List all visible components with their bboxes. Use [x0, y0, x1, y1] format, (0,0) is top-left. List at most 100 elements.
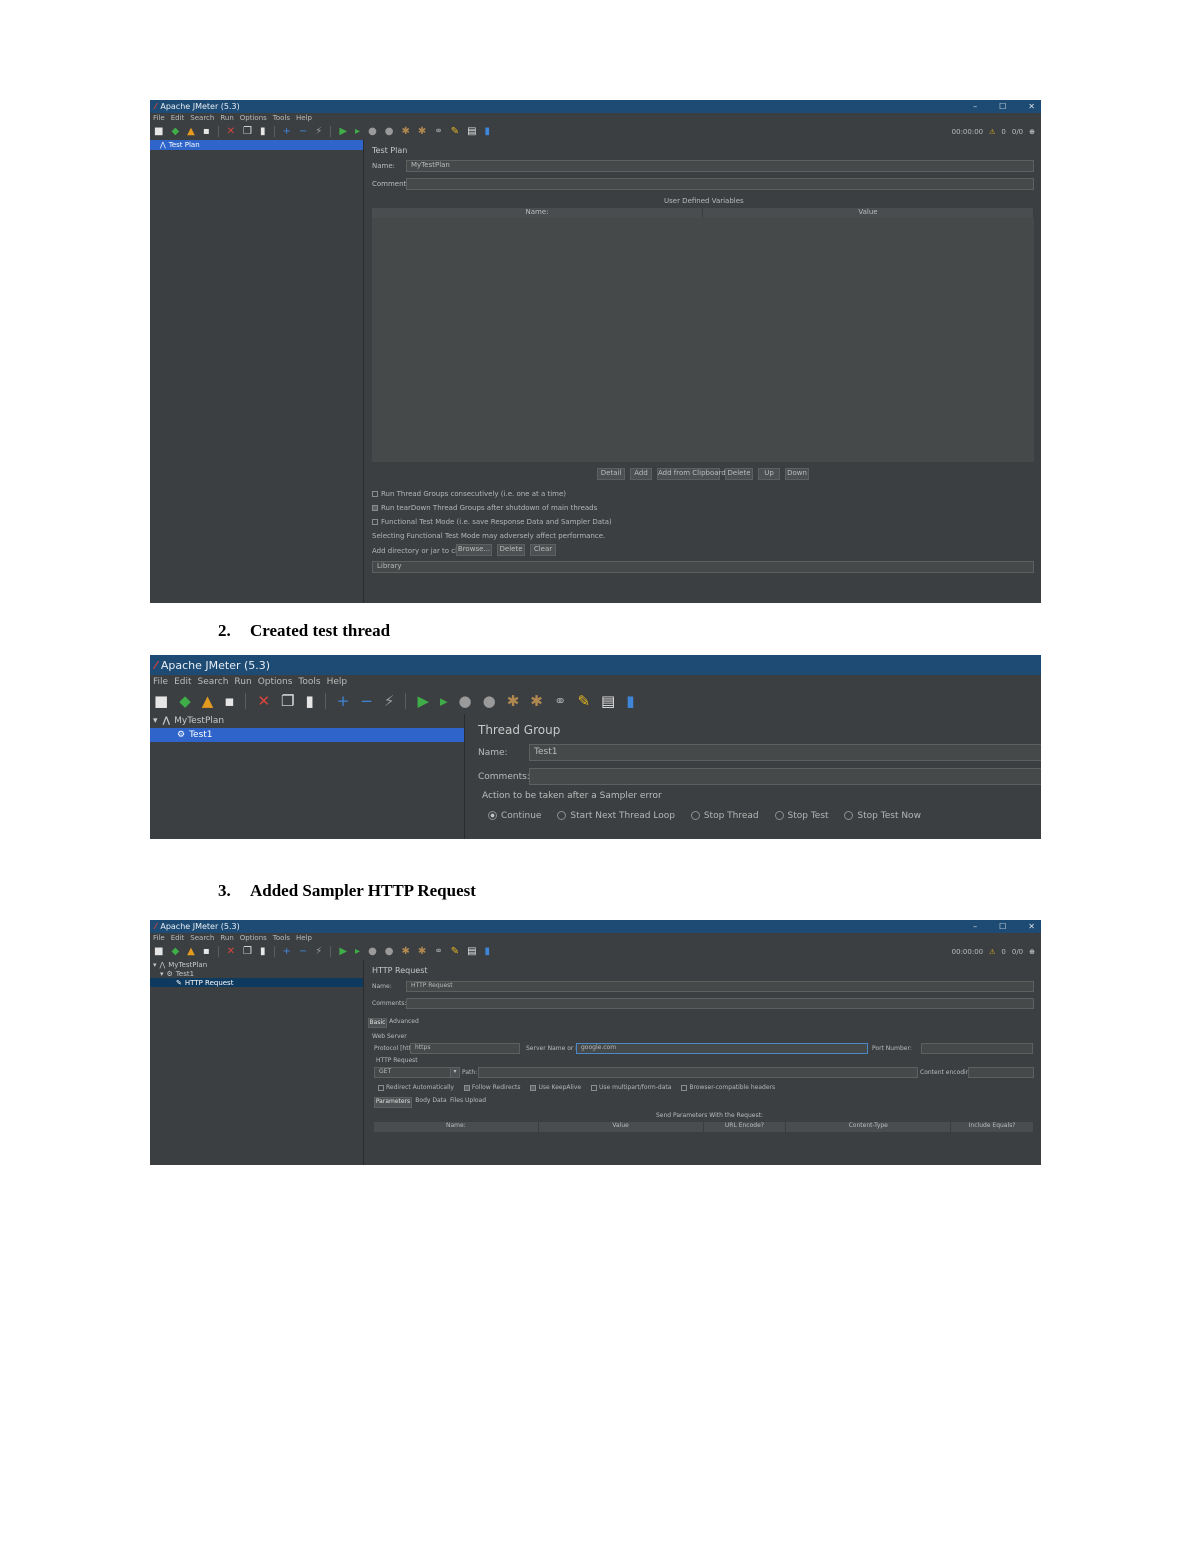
reset-search-icon[interactable]: ✎: [451, 126, 459, 137]
multipart-checkbox[interactable]: [590, 1084, 597, 1091]
classpath-delete-button[interactable]: Delete: [497, 544, 525, 556]
tab-basic[interactable]: Basic: [368, 1018, 387, 1028]
clear-all-icon[interactable]: ✱: [530, 692, 543, 710]
follow-redirects-checkbox[interactable]: [463, 1084, 470, 1091]
teardown-checkbox[interactable]: [372, 505, 378, 511]
tree-node-test-plan[interactable]: ▾ ⋀ MyTestPlan: [150, 960, 363, 969]
delete-button[interactable]: Delete: [725, 468, 753, 480]
save-icon[interactable]: ▪: [224, 692, 234, 710]
radio-stop-test[interactable]: Stop Test: [774, 811, 829, 821]
maximize-button[interactable]: ☐: [999, 922, 1006, 931]
param-col-url-encode[interactable]: URL Encode?: [704, 1122, 787, 1132]
method-select[interactable]: GET: [374, 1067, 460, 1078]
menu-search[interactable]: Search: [190, 934, 214, 942]
params-table-body[interactable]: [374, 1132, 1034, 1165]
start-icon[interactable]: ▶: [417, 692, 429, 710]
help-icon[interactable]: ▮: [626, 692, 634, 710]
tree-node-thread-group[interactable]: ▾ ⚙ Test1: [150, 969, 363, 978]
menu-file[interactable]: File: [153, 114, 165, 122]
minimize-button[interactable]: –: [973, 102, 977, 111]
menu-options[interactable]: Options: [240, 934, 267, 942]
globe-icon[interactable]: ⊕: [1029, 948, 1035, 956]
new-icon[interactable]: ■: [154, 126, 163, 137]
redirect-auto-checkbox[interactable]: [378, 1084, 384, 1091]
start-no-pause-icon[interactable]: ▸: [355, 126, 360, 137]
function-helper-icon[interactable]: ▤: [467, 946, 476, 957]
udv-table-body[interactable]: [372, 218, 1034, 462]
stop-test-now-radio[interactable]: [844, 811, 854, 820]
continue-radio[interactable]: [488, 811, 497, 820]
menu-run[interactable]: Run: [234, 677, 251, 687]
search-icon[interactable]: ⚭: [554, 692, 567, 710]
menu-edit[interactable]: Edit: [174, 677, 191, 687]
consecutive-checkbox[interactable]: [372, 491, 378, 497]
browser-headers-checkbox[interactable]: [681, 1084, 688, 1091]
tree-node-test-plan[interactable]: ▾ ⋀ MyTestPlan: [150, 714, 464, 728]
menu-tools[interactable]: Tools: [273, 934, 290, 942]
tree-node-http-request[interactable]: ✎ HTTP Request: [150, 978, 363, 987]
menu-help[interactable]: Help: [327, 677, 348, 687]
add-from-clipboard-button[interactable]: Add from Clipboard: [657, 468, 726, 480]
maximize-button[interactable]: ☐: [999, 102, 1006, 111]
tab-body-data[interactable]: Body Data: [414, 1097, 448, 1108]
comments-input[interactable]: [406, 178, 1034, 190]
functional-checkbox[interactable]: [372, 519, 378, 525]
option-browser-headers[interactable]: Browser-compatible headers: [681, 1084, 775, 1091]
menu-run[interactable]: Run: [220, 934, 233, 942]
option-consecutive[interactable]: Run Thread Groups consecutively (i.e. on…: [372, 490, 566, 498]
warning-icon[interactable]: ⚠: [989, 128, 995, 136]
paste-icon[interactable]: ▮: [305, 692, 313, 710]
option-follow-redirects[interactable]: Follow Redirects: [463, 1084, 521, 1091]
toggle-icon[interactable]: ⚡: [315, 946, 322, 957]
menu-edit[interactable]: Edit: [171, 114, 185, 122]
new-icon[interactable]: ■: [154, 946, 163, 957]
shutdown-icon[interactable]: ●: [483, 692, 496, 710]
stop-test-radio[interactable]: [774, 811, 784, 820]
radio-stop-test-now[interactable]: Stop Test Now: [844, 811, 921, 821]
open-icon[interactable]: ▲: [202, 692, 214, 710]
option-redirect-auto[interactable]: Redirect Automatically: [378, 1084, 454, 1091]
tree-node-thread-group[interactable]: ⚙ Test1: [150, 728, 464, 742]
expand-arrow-icon[interactable]: ▾: [153, 716, 158, 726]
down-button[interactable]: Down: [785, 468, 809, 480]
expand-icon[interactable]: +: [337, 692, 350, 710]
save-icon[interactable]: ▪: [203, 946, 210, 957]
open-icon[interactable]: ▲: [187, 946, 195, 957]
paste-icon[interactable]: ▮: [260, 126, 266, 137]
radio-start-next-loop[interactable]: Start Next Thread Loop: [557, 811, 675, 821]
menu-options[interactable]: Options: [258, 677, 293, 687]
shutdown-icon[interactable]: ●: [385, 946, 394, 957]
name-input[interactable]: MyTestPlan: [406, 160, 1034, 172]
function-helper-icon[interactable]: ▤: [601, 692, 615, 710]
help-icon[interactable]: ▮: [485, 946, 491, 957]
shutdown-icon[interactable]: ●: [385, 126, 394, 137]
menu-help[interactable]: Help: [296, 934, 312, 942]
stop-icon[interactable]: ●: [368, 126, 377, 137]
udv-col-value[interactable]: Value: [703, 208, 1034, 218]
menu-file[interactable]: File: [153, 934, 165, 942]
search-icon[interactable]: ⚭: [434, 946, 442, 957]
param-col-include-equals[interactable]: Include Equals?: [951, 1122, 1034, 1132]
menu-search[interactable]: Search: [190, 114, 214, 122]
start-no-pause-icon[interactable]: ▸: [355, 946, 360, 957]
close-button[interactable]: ✕: [1028, 922, 1035, 931]
detail-button[interactable]: Detail: [597, 468, 625, 480]
expand-icon[interactable]: +: [283, 126, 291, 137]
tab-parameters[interactable]: Parameters: [374, 1097, 412, 1108]
browse-button[interactable]: Browse...: [456, 544, 492, 556]
paste-icon[interactable]: ▮: [260, 946, 266, 957]
clear-icon[interactable]: ✱: [402, 946, 410, 957]
name-input[interactable]: HTTP Request: [406, 981, 1034, 992]
port-input[interactable]: [921, 1043, 1033, 1054]
radio-stop-thread[interactable]: Stop Thread: [690, 811, 759, 821]
stop-icon[interactable]: ●: [459, 692, 472, 710]
param-col-value[interactable]: Value: [539, 1122, 704, 1132]
stop-thread-radio[interactable]: [690, 811, 700, 820]
open-icon[interactable]: ▲: [187, 126, 195, 137]
content-encoding-input[interactable]: [968, 1067, 1034, 1078]
cut-icon[interactable]: ✕: [257, 692, 270, 710]
menu-edit[interactable]: Edit: [171, 934, 185, 942]
copy-icon[interactable]: ❐: [281, 692, 294, 710]
search-icon[interactable]: ⚭: [434, 126, 442, 137]
param-col-content-type[interactable]: Content-Type: [786, 1122, 952, 1132]
